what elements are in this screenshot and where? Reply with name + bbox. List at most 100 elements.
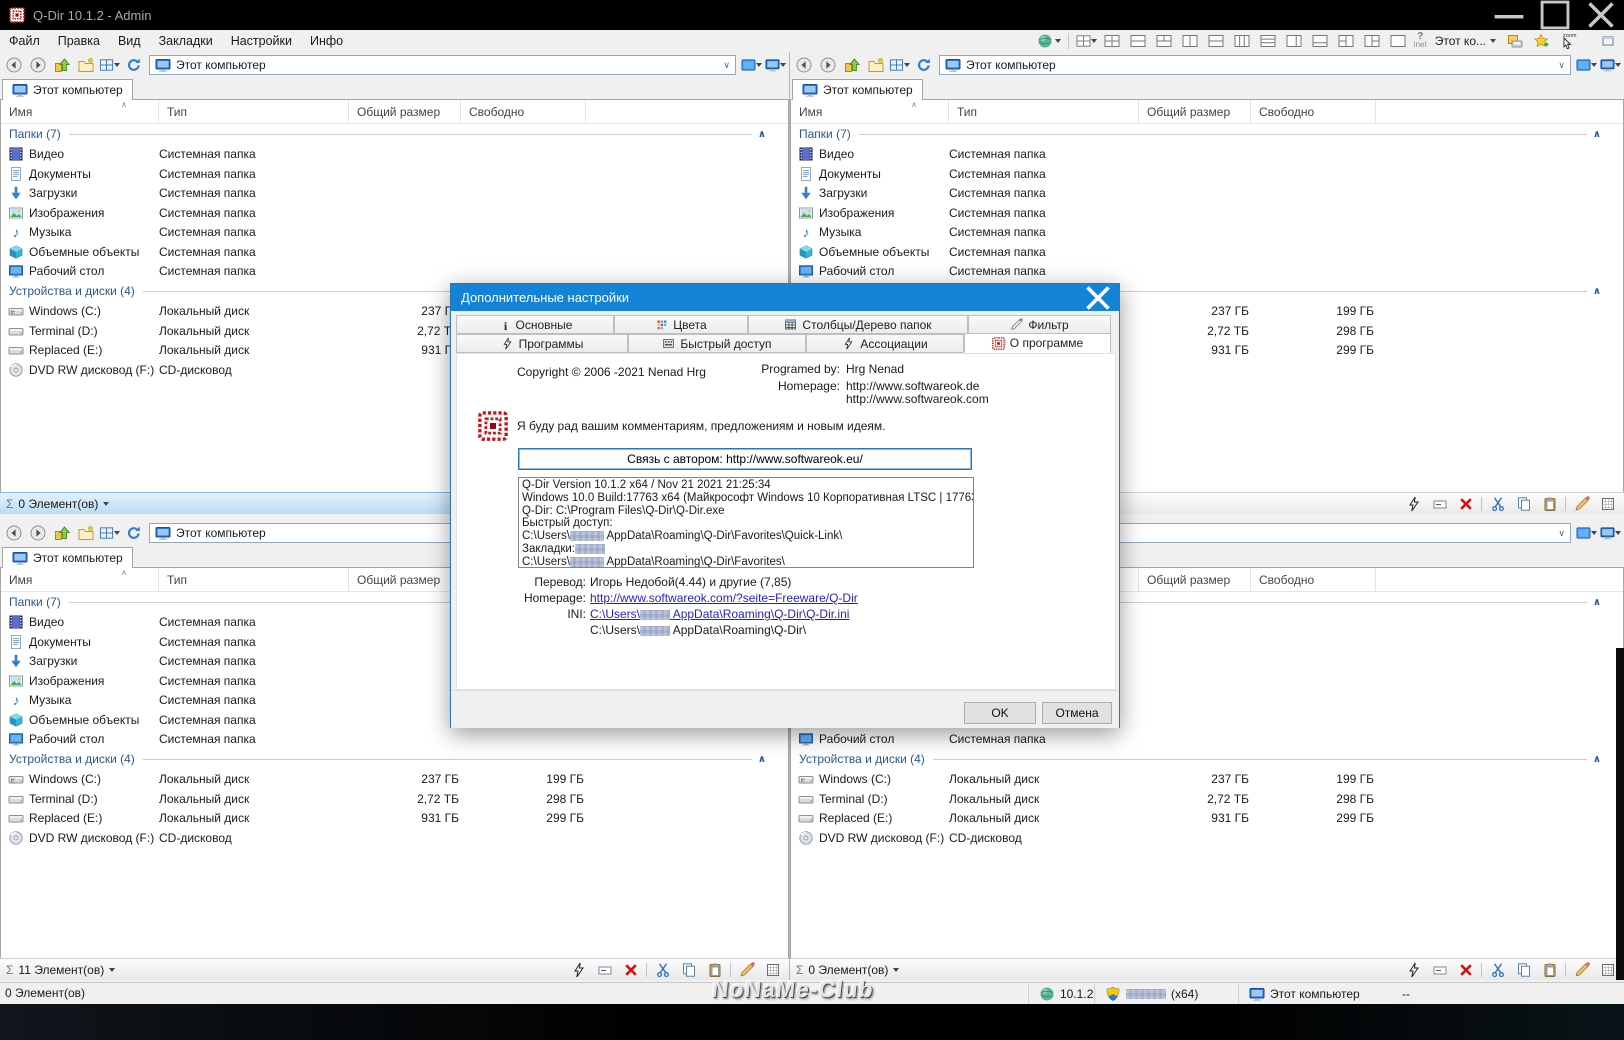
inet-icon[interactable]: ? inet bbox=[1414, 32, 1427, 49]
paste-button[interactable] bbox=[1539, 493, 1560, 514]
forward-button[interactable] bbox=[27, 55, 48, 76]
layout-preset-5-button[interactable] bbox=[1180, 31, 1201, 52]
version-info-box[interactable]: Q-Dir Version 10.1.2 x64 / Nov 21 2021 2… bbox=[518, 477, 974, 568]
file-row[interactable]: Рабочий стол Системная папка bbox=[791, 262, 1623, 282]
column-header-2[interactable]: Тип bbox=[159, 100, 349, 123]
file-row[interactable]: DVD RW дисковод (F:)CD-дисковод bbox=[791, 828, 1623, 848]
new-folder-button[interactable] bbox=[75, 55, 96, 76]
file-row[interactable]: ВидеоСистемная папка bbox=[791, 145, 1623, 165]
back-button[interactable] bbox=[3, 55, 24, 76]
collapse-icon[interactable]: ∧ bbox=[758, 754, 766, 765]
chevron-down-icon[interactable] bbox=[1490, 39, 1496, 43]
minimize-icon[interactable] bbox=[1486, 0, 1532, 30]
file-row[interactable]: Рабочий стол Системная папка bbox=[791, 730, 1623, 750]
column-header-1[interactable]: Имя bbox=[791, 100, 949, 123]
chevron-down-icon[interactable] bbox=[1615, 63, 1621, 67]
desktop-view-button[interactable] bbox=[1576, 55, 1597, 76]
computer-view-button[interactable] bbox=[1600, 523, 1621, 544]
layout-preset-1-button[interactable] bbox=[1076, 31, 1097, 52]
link[interactable]: http://www.softwareok.com/?seite=Freewar… bbox=[590, 591, 858, 605]
menu-item-3[interactable]: Вид bbox=[109, 31, 150, 51]
layout-preset-10-button[interactable] bbox=[1310, 31, 1331, 52]
copy-button[interactable] bbox=[678, 959, 699, 980]
new-folder-button[interactable] bbox=[75, 523, 96, 544]
location-combo[interactable]: Этот ко... bbox=[1432, 33, 1499, 49]
chevron-down-icon[interactable] bbox=[103, 501, 110, 506]
column-header-1[interactable]: Имя bbox=[1, 100, 159, 123]
file-row[interactable]: ЗагрузкиСистемная папка bbox=[791, 184, 1623, 204]
group-header[interactable]: Папки (7) ∧ bbox=[1, 124, 788, 145]
forward-button[interactable] bbox=[27, 523, 48, 544]
column-header-4[interactable]: Свободно bbox=[1251, 100, 1376, 123]
file-row[interactable]: Windows (C:)Локальный диск237 ГБ199 ГБ bbox=[1, 770, 788, 790]
panes-button[interactable] bbox=[889, 55, 910, 76]
delete-button[interactable] bbox=[620, 959, 641, 980]
gridsm-button[interactable] bbox=[1597, 959, 1618, 980]
cut-button[interactable] bbox=[652, 959, 673, 980]
layout-preset-8-button[interactable] bbox=[1258, 31, 1279, 52]
address-bar[interactable]: Этот компьютер ∨ bbox=[149, 55, 736, 75]
column-header-2[interactable]: Тип bbox=[159, 568, 349, 591]
file-row[interactable]: Replaced (E:)Локальный диск931 ГБ299 ГБ bbox=[1, 809, 788, 829]
rename-button[interactable] bbox=[1429, 959, 1450, 980]
collapse-icon[interactable]: ∧ bbox=[1593, 286, 1601, 297]
menu-item-6[interactable]: Инфо bbox=[301, 31, 352, 51]
maximize-icon[interactable] bbox=[1532, 0, 1578, 30]
dialog-tab-цвета[interactable]: Цвета bbox=[614, 315, 748, 334]
file-row[interactable]: Replaced (E:)Локальный диск931 ГБ299 ГБ bbox=[791, 809, 1623, 829]
file-row[interactable]: Рабочий стол Системная папка bbox=[1, 730, 788, 750]
column-header-3[interactable]: Общий размер bbox=[1139, 568, 1251, 591]
refresh-button[interactable] bbox=[123, 523, 144, 544]
file-row[interactable]: ДокументыСистемная папка bbox=[1, 164, 788, 184]
layout-preset-7-button[interactable] bbox=[1232, 31, 1253, 52]
tab-this-computer[interactable]: Этот компьютер bbox=[2, 547, 133, 568]
ok-button[interactable]: OK bbox=[964, 702, 1036, 724]
collapse-icon[interactable]: ∧ bbox=[758, 129, 766, 140]
layout-preset-13-button[interactable] bbox=[1388, 31, 1409, 52]
back-button[interactable] bbox=[3, 523, 24, 544]
dialog-tab-фильтр[interactable]: Фильтр bbox=[968, 315, 1111, 334]
contact-author-button[interactable]: Связь с автором: http://www.softwareok.e… bbox=[518, 448, 972, 470]
layout-preset-9-button[interactable] bbox=[1284, 31, 1305, 52]
computer-view-button[interactable] bbox=[765, 55, 786, 76]
edit-button[interactable] bbox=[1571, 493, 1592, 514]
file-row[interactable]: Terminal (D:)Локальный диск2,72 ТБ298 ГБ bbox=[1, 789, 788, 809]
desktop-view-button[interactable] bbox=[741, 55, 762, 76]
file-row[interactable]: Объемные объектыСистемная папка bbox=[791, 242, 1623, 262]
chevron-down-icon[interactable] bbox=[114, 531, 120, 535]
address-dropdown-icon[interactable]: ∨ bbox=[1558, 528, 1565, 539]
layout-preset-12-button[interactable] bbox=[1362, 31, 1383, 52]
copy-button[interactable] bbox=[1513, 493, 1534, 514]
column-header-3[interactable]: Общий размер bbox=[349, 568, 461, 591]
cut-button[interactable] bbox=[1487, 959, 1508, 980]
panes-button[interactable] bbox=[99, 55, 120, 76]
file-row[interactable]: DVD RW дисковод (F:)CD-дисковод bbox=[1, 828, 788, 848]
rename-button[interactable] bbox=[1429, 493, 1450, 514]
file-row[interactable]: ИзображенияСистемная папка bbox=[1, 203, 788, 223]
rename-button[interactable] bbox=[594, 959, 615, 980]
chevron-down-icon[interactable] bbox=[1054, 39, 1061, 43]
menu-item-4[interactable]: Закладки bbox=[150, 31, 222, 51]
layout-preset-2-button[interactable] bbox=[1102, 31, 1123, 52]
dialog-tab-о-программе[interactable]: О программе bbox=[964, 333, 1111, 353]
file-row[interactable]: ИзображенияСистемная папка bbox=[791, 203, 1623, 223]
chevron-down-icon[interactable] bbox=[1591, 531, 1597, 535]
chevron-down-icon[interactable] bbox=[893, 967, 900, 972]
group-header[interactable]: Устройства и диски (4) ∧ bbox=[1, 749, 788, 770]
collapse-icon[interactable]: ∧ bbox=[1593, 597, 1601, 608]
tab-this-computer[interactable]: Этот компьютер bbox=[792, 79, 923, 100]
layout-preset-6-button[interactable] bbox=[1206, 31, 1227, 52]
up-button[interactable] bbox=[51, 55, 72, 76]
delete-button[interactable] bbox=[1455, 959, 1476, 980]
dialog-tab-ассоциации[interactable]: Ассоциации bbox=[806, 334, 964, 353]
group-header[interactable]: Папки (7) ∧ bbox=[791, 124, 1623, 145]
menu-item-2[interactable]: Правка bbox=[49, 31, 109, 51]
star-plus-button[interactable] bbox=[1530, 31, 1551, 52]
dialog-title-bar[interactable]: Дополнительные настройки bbox=[451, 284, 1119, 311]
file-row[interactable]: ♪МузыкаСистемная папка bbox=[1, 223, 788, 243]
refresh-button[interactable] bbox=[913, 55, 934, 76]
dialog-tab-быстрый-доступ[interactable]: Быстрый доступ bbox=[628, 334, 806, 353]
layout-preset-3-button[interactable] bbox=[1128, 31, 1149, 52]
chevron-down-icon[interactable] bbox=[904, 63, 910, 67]
flash-button[interactable] bbox=[568, 959, 589, 980]
